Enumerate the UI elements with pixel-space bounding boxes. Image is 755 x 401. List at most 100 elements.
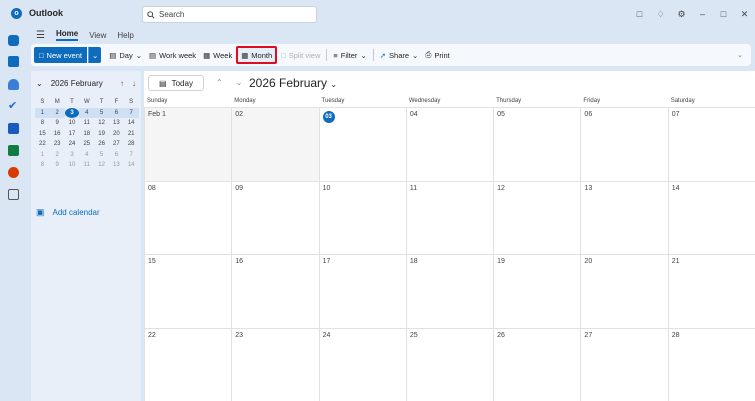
mini-calendar-day[interactable]: 8 <box>35 118 50 129</box>
day-cell[interactable]: 03 <box>318 107 406 181</box>
tab-help[interactable]: Help <box>117 31 133 40</box>
close-button[interactable]: ✕ <box>734 6 755 22</box>
excel-icon[interactable] <box>8 145 19 156</box>
day-cell[interactable]: 12 <box>493 180 581 254</box>
mini-calendar-day[interactable]: 17 <box>65 129 80 140</box>
mini-calendar-day[interactable]: 1 <box>35 107 50 118</box>
mini-calendar-day[interactable]: 11 <box>79 160 94 171</box>
search-box[interactable]: Search <box>142 6 317 23</box>
hamburger-icon[interactable]: ☰ <box>36 30 45 41</box>
day-cell[interactable]: 27 <box>580 327 668 401</box>
previous-month-icon[interactable]: ↑ <box>120 79 124 88</box>
mini-calendar-day[interactable]: 8 <box>35 160 50 171</box>
todo-icon[interactable]: ✔ <box>8 101 19 112</box>
mini-calendar-day[interactable]: 11 <box>79 118 94 129</box>
day-view-button[interactable]: ▤ Day ⌄ <box>106 47 145 63</box>
calendar-icon[interactable] <box>8 56 19 67</box>
compose-icon[interactable]: □ <box>629 6 650 22</box>
apps-icon[interactable] <box>8 189 19 200</box>
bell-icon[interactable]: ♢ <box>650 6 671 22</box>
mini-calendar-day[interactable]: 27 <box>109 139 124 150</box>
day-cell[interactable]: 06 <box>580 107 668 181</box>
day-cell[interactable]: 11 <box>405 180 494 254</box>
day-cell[interactable]: 04 <box>405 107 494 181</box>
mini-calendar-day[interactable]: 14 <box>124 160 139 171</box>
day-cell[interactable]: 17 <box>318 254 406 328</box>
mini-calendar-day[interactable]: 14 <box>124 118 139 129</box>
mini-calendar-day[interactable]: 13 <box>109 118 124 129</box>
day-cell[interactable]: 10 <box>318 180 406 254</box>
mini-calendar-day[interactable]: 6 <box>108 107 124 118</box>
word-icon[interactable] <box>8 123 19 134</box>
week-button[interactable]: ▦ Week <box>200 47 235 63</box>
mini-calendar-day[interactable]: 13 <box>109 160 124 171</box>
mini-calendar-day[interactable]: 2 <box>49 107 65 118</box>
mini-calendar-day[interactable]: 26 <box>94 139 109 150</box>
mini-calendar-day[interactable]: 7 <box>123 107 139 118</box>
day-cell[interactable]: 22 <box>144 327 232 401</box>
day-cell[interactable]: 19 <box>493 254 581 328</box>
day-cell[interactable]: 21 <box>667 254 755 328</box>
day-cell[interactable]: 23 <box>231 327 319 401</box>
add-calendar-link[interactable]: ▣ Add calendar <box>36 207 100 218</box>
day-cell[interactable]: 20 <box>580 254 668 328</box>
day-cell[interactable]: 26 <box>493 327 581 401</box>
mini-calendar-day[interactable]: 21 <box>124 129 139 140</box>
collapse-chevron-icon[interactable]: ⌄ <box>36 79 43 88</box>
day-cell[interactable]: 05 <box>493 107 581 181</box>
next-month-icon[interactable]: ↓ <box>132 79 136 88</box>
mini-calendar-day[interactable]: 6 <box>109 150 124 161</box>
mini-calendar-day[interactable]: 7 <box>124 150 139 161</box>
minimize-button[interactable]: – <box>692 6 713 22</box>
mini-calendar-day[interactable]: 9 <box>50 118 65 129</box>
mini-calendar-day[interactable]: 2 <box>50 150 65 161</box>
mini-calendar-day[interactable]: 25 <box>79 139 94 150</box>
day-cell[interactable]: 24 <box>318 327 406 401</box>
new-event-dropdown[interactable]: ⌄ <box>87 47 102 63</box>
work-week-button[interactable]: ▤ Work week <box>146 47 199 63</box>
day-cell[interactable]: Feb 1 <box>144 107 232 181</box>
mini-calendar-day[interactable]: 20 <box>109 129 124 140</box>
day-cell[interactable]: 28 <box>667 327 755 401</box>
mini-calendar-day[interactable]: 18 <box>79 129 94 140</box>
mini-calendar-day[interactable]: 10 <box>65 160 80 171</box>
mini-calendar-day[interactable]: 15 <box>35 129 50 140</box>
period-title[interactable]: 2026 February ⌄ <box>249 76 337 90</box>
mini-calendar-day[interactable]: 1 <box>35 150 50 161</box>
gear-icon[interactable]: ⚙ <box>671 6 692 22</box>
mini-calendar-day[interactable]: 16 <box>50 129 65 140</box>
mini-calendar-day[interactable]: 28 <box>124 139 139 150</box>
day-cell[interactable]: 15 <box>144 254 232 328</box>
maximize-button[interactable]: □ <box>713 6 734 22</box>
day-cell[interactable]: 09 <box>231 180 319 254</box>
mail-icon[interactable] <box>8 35 19 46</box>
mini-calendar-day[interactable]: 22 <box>35 139 50 150</box>
mini-calendar-day[interactable]: 3 <box>64 107 80 118</box>
next-period-icon[interactable]: ⌄ <box>236 78 243 87</box>
day-cell[interactable]: 07 <box>667 107 755 181</box>
filter-button[interactable]: ≡ Filter ⌄ <box>330 47 369 63</box>
mini-calendar-day[interactable]: 5 <box>94 107 109 118</box>
tab-view[interactable]: View <box>89 31 106 40</box>
mini-calendar-day[interactable]: 4 <box>79 150 94 161</box>
share-button[interactable]: ➚ Share ⌄ <box>377 47 422 63</box>
month-button[interactable]: ▦ Month <box>236 46 278 64</box>
mini-calendar-day[interactable]: 12 <box>94 160 109 171</box>
day-cell[interactable]: 25 <box>405 327 494 401</box>
split-view-button[interactable]: □ Split view <box>278 47 323 63</box>
powerpoint-icon[interactable] <box>8 167 19 178</box>
tab-home[interactable]: Home <box>55 29 79 41</box>
previous-period-icon[interactable]: ⌃ <box>216 78 223 87</box>
today-button[interactable]: ▤ Today <box>148 75 204 91</box>
day-cell[interactable]: 08 <box>144 180 232 254</box>
mini-calendar-day[interactable]: 9 <box>50 160 65 171</box>
mini-calendar-day[interactable]: 5 <box>94 150 109 161</box>
day-cell[interactable]: 14 <box>667 180 755 254</box>
mini-calendar-day[interactable]: 24 <box>65 139 80 150</box>
mini-calendar-day[interactable]: 4 <box>79 107 95 118</box>
people-icon[interactable] <box>8 79 19 90</box>
mini-calendar-day[interactable]: 10 <box>65 118 80 129</box>
ribbon-collapse-icon[interactable]: ⌄ <box>737 51 743 59</box>
day-cell[interactable]: 16 <box>231 254 319 328</box>
day-cell[interactable]: 13 <box>580 180 668 254</box>
